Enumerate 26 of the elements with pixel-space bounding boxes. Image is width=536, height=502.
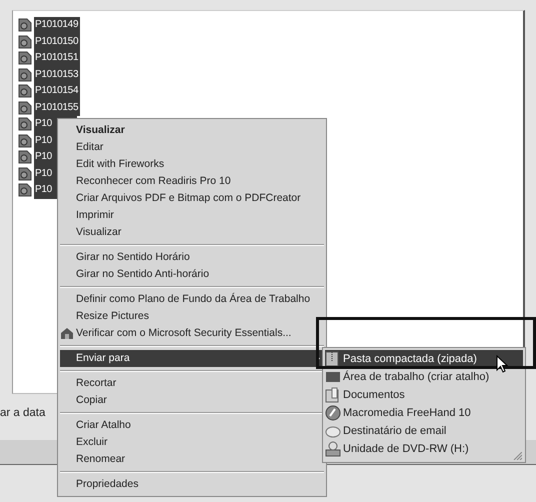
menu-item[interactable]: Propriedades xyxy=(60,476,324,493)
file-name[interactable]: P1010151 xyxy=(34,50,80,66)
menu-item[interactable]: Criar Atalho xyxy=(60,417,324,434)
file-name[interactable]: P1010155 xyxy=(34,100,80,116)
menu-item[interactable]: Girar no Sentido Horário xyxy=(60,249,324,266)
menu-item[interactable]: Recortar xyxy=(60,375,324,392)
file-name[interactable]: P1010149 xyxy=(34,17,80,34)
submenu-item[interactable]: Destinatário de email xyxy=(325,422,523,440)
file-name[interactable]: P1010154 xyxy=(34,83,80,100)
menu-item[interactable]: Verificar com o Microsoft Security Essentials... xyxy=(60,325,324,342)
menu-item[interactable]: Renomear xyxy=(60,451,324,468)
file-name[interactable]: P1010153 xyxy=(34,66,80,83)
submenu-item[interactable]: Macromedia FreeHand 10 xyxy=(325,404,523,422)
menu-item[interactable]: Imprimir xyxy=(60,207,324,224)
menu-item[interactable]: Excluir xyxy=(60,434,324,451)
file-name[interactable]: P1010150 xyxy=(34,34,80,50)
menu-item[interactable]: Copiar xyxy=(60,392,324,409)
menu-item[interactable]: Girar no Sentido Anti-horário xyxy=(60,266,324,283)
menu-item[interactable]: Visualizar xyxy=(60,224,324,241)
status-text: ar a data xyxy=(0,406,46,421)
submenu-item[interactable]: Área de trabalho (criar atalho) xyxy=(325,368,523,386)
menu-item[interactable]: Definir como Plano de Fundo da Área de Trabalho xyxy=(60,291,324,308)
submenu-item[interactable]: Unidade de DVD-RW (H:) xyxy=(325,440,523,458)
menu-item[interactable]: Resize Pictures xyxy=(60,308,324,325)
menu-item[interactable]: Enviar para xyxy=(60,350,324,367)
submenu-item[interactable]: Documentos xyxy=(325,386,523,404)
